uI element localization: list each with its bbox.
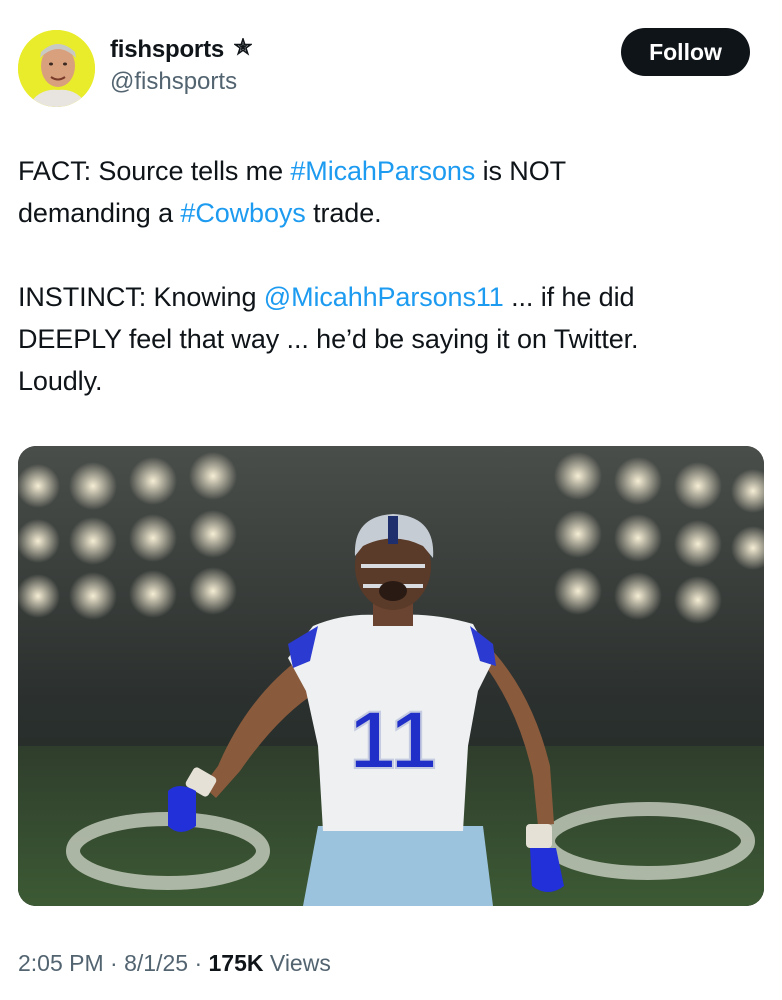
text-segment: is NOT xyxy=(475,156,567,186)
views-label: Views xyxy=(263,950,331,976)
hashtag-link-cowboys[interactable]: #Cowboys xyxy=(180,198,305,228)
author-block: fishsports @fishsports xyxy=(110,36,254,96)
mention-link[interactable]: @MicahhParsons11 xyxy=(264,282,504,312)
separator: · xyxy=(103,950,125,976)
text-segment: FACT: Source tells me xyxy=(18,156,291,186)
views-count[interactable]: 175K xyxy=(209,950,264,976)
date[interactable]: 8/1/25 xyxy=(124,950,188,976)
text-segment: INSTINCT: Knowing xyxy=(18,282,264,312)
handle[interactable]: @fishsports xyxy=(110,68,252,96)
tweet-text: FACT: Source tells me #MicahParsons is N… xyxy=(18,150,758,402)
avatar[interactable] xyxy=(18,30,95,107)
text-segment: ... if he did xyxy=(503,282,635,312)
separator: · xyxy=(188,950,209,976)
text-segment: trade. xyxy=(305,198,382,228)
tweet-paragraph-2: INSTINCT: Knowing @MicahhParsons11 ... i… xyxy=(18,276,758,402)
display-name[interactable]: fishsports xyxy=(110,36,224,64)
text-segment: demanding a xyxy=(18,198,181,228)
tweet-header: fishsports @fishsports Follow xyxy=(18,28,750,112)
football-player-photo: 11 xyxy=(18,446,764,906)
profile-photo xyxy=(18,30,95,107)
follow-button[interactable]: Follow xyxy=(621,28,750,76)
timestamp[interactable]: 2:05 PM xyxy=(18,950,104,976)
jersey-number: 11 xyxy=(350,695,437,786)
star-icon xyxy=(233,36,254,61)
tweet-meta: 2:05 PM · 8/1/25 · 175K Views xyxy=(18,950,331,977)
text-segment: DEEPLY feel that way ... he’d be saying … xyxy=(18,324,639,354)
hashtag-link-micahparsons[interactable]: #MicahParsons xyxy=(290,156,475,186)
tweet-paragraph-1: FACT: Source tells me #MicahParsons is N… xyxy=(18,150,758,234)
tweet-image[interactable]: 11 xyxy=(18,446,764,906)
text-segment: Loudly. xyxy=(18,366,103,396)
